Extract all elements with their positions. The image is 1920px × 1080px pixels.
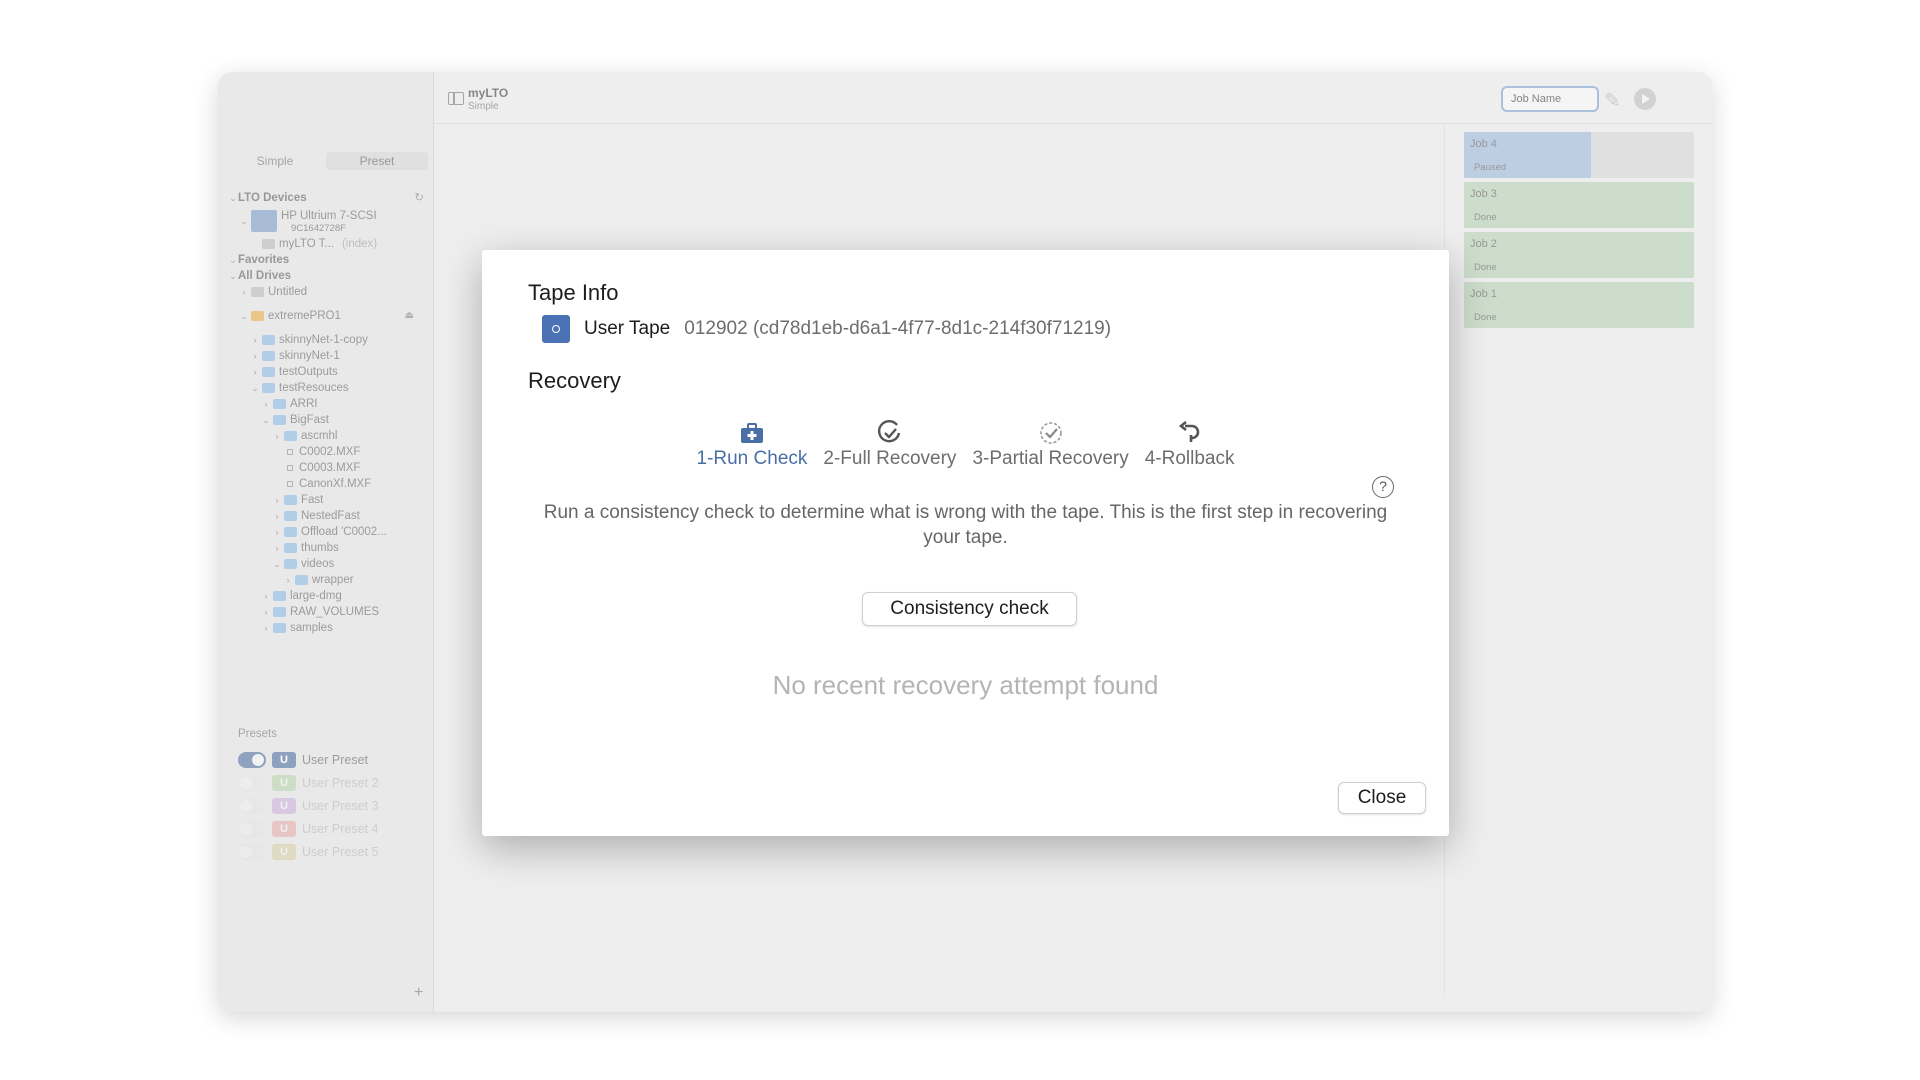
tab-run-check-label: 1-Run Check (696, 448, 808, 469)
consistency-check-button[interactable]: Consistency check (862, 592, 1077, 626)
check-circle-icon (876, 420, 904, 446)
tab-rollback-label: 4-Rollback (1144, 448, 1235, 469)
empty-state-message: No recent recovery attempt found (772, 670, 1159, 700)
tape-recovery-dialog: Tape Info User Tape 012902 (cd78d1eb-d6a… (482, 250, 1449, 836)
tape-id: 012902 (cd78d1eb-d6a1-4f77-8d1c-214f30f7… (684, 318, 1112, 339)
tape-label: User Tape (584, 318, 671, 339)
rollback-arrow-icon (1176, 420, 1204, 446)
partial-check-circle-icon (1037, 420, 1065, 446)
first-aid-kit-icon (738, 420, 766, 446)
tab-partial-recovery-label: 3-Partial Recovery (972, 448, 1129, 469)
tab-run-check[interactable]: 1-Run Check (696, 420, 808, 470)
tab-full-recovery-label: 2-Full Recovery (823, 448, 957, 469)
step-description: Run a consistency check to determine wha… (543, 502, 1388, 548)
tab-partial-recovery[interactable]: 3-Partial Recovery (972, 420, 1129, 470)
close-button[interactable]: Close (1338, 782, 1426, 814)
tab-full-recovery[interactable]: 2-Full Recovery (823, 420, 956, 470)
tape-row: User Tape 012902 (cd78d1eb-d6a1-4f77-8d1… (542, 315, 1111, 343)
recovery-tabs: 1-Run Check 2-Full Recovery 3-Partial Re… (482, 420, 1449, 470)
help-icon[interactable]: ? (1372, 476, 1394, 498)
tape-icon (542, 315, 570, 343)
tape-info-title: Tape Info (528, 280, 619, 305)
tab-rollback[interactable]: 4-Rollback (1144, 420, 1235, 470)
recovery-title: Recovery (528, 368, 621, 393)
